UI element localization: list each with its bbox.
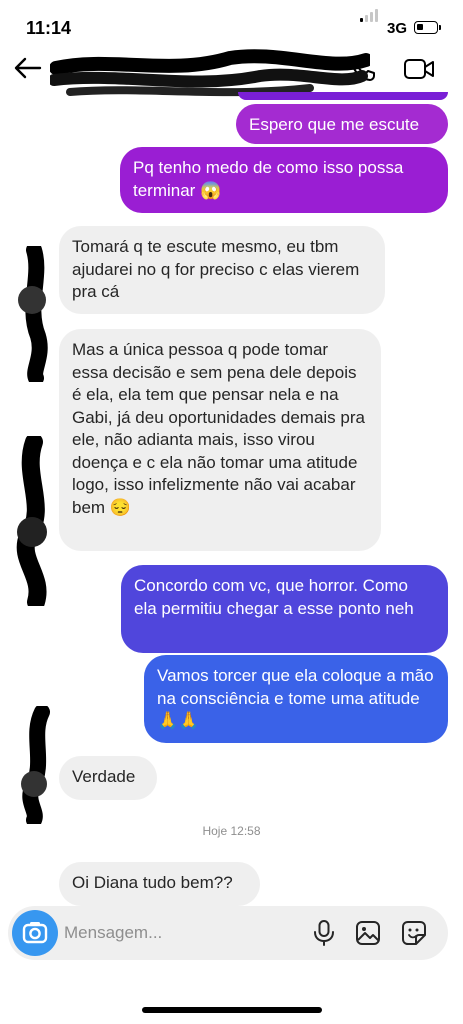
message-text: Tomará q te escute mesmo, eu tbm ajudare… xyxy=(72,237,360,301)
status-bar: 11:14 3G xyxy=(0,0,463,50)
redacted-avatar xyxy=(21,706,50,824)
arrow-left-icon[interactable] xyxy=(10,50,46,86)
camera-button[interactable] xyxy=(12,910,58,956)
message-text: Espero que me escute xyxy=(249,115,420,134)
message-outgoing[interactable]: Pq tenho medo de como isso possa termina… xyxy=(120,147,448,213)
message-text: Vamos torcer que ela coloque a mão na co… xyxy=(157,666,434,730)
previous-message-edge xyxy=(238,92,448,100)
message-outgoing[interactable]: Concordo com vc, que horror. Como ela pe… xyxy=(121,565,448,653)
message-incoming[interactable]: Mas a única pessoa q pode tomar essa dec… xyxy=(59,329,381,551)
message-incoming[interactable]: Verdade xyxy=(59,756,157,800)
message-composer: Mensagem... xyxy=(8,906,448,960)
message-incoming[interactable]: Tomará q te escute mesmo, eu tbm ajudare… xyxy=(59,226,385,314)
redacted-avatar xyxy=(16,436,47,606)
sticker-icon[interactable] xyxy=(400,919,428,947)
image-icon[interactable] xyxy=(354,919,382,947)
message-input[interactable]: Mensagem... xyxy=(64,923,162,943)
message-outgoing[interactable]: Vamos torcer que ela coloque a mão na co… xyxy=(144,655,448,743)
battery-icon xyxy=(414,21,441,34)
message-text: Pq tenho medo de como isso possa termina… xyxy=(133,158,404,200)
video-camera-icon[interactable] xyxy=(402,54,436,84)
redacted-avatar xyxy=(18,246,48,382)
message-outgoing[interactable]: Espero que me escute xyxy=(236,104,448,144)
camera-icon xyxy=(22,922,48,944)
microphone-icon[interactable] xyxy=(310,919,338,947)
home-indicator xyxy=(142,1007,322,1013)
message-text: Verdade xyxy=(72,767,136,786)
message-timestamp: Hoje 12:58 xyxy=(202,824,261,838)
message-text: Mas a única pessoa q pode tomar essa dec… xyxy=(72,340,365,517)
status-time: 11:14 xyxy=(26,18,72,38)
message-text: Oi Diana tudo bem?? xyxy=(72,873,233,892)
message-text: Concordo com vc, que horror. Como ela pe… xyxy=(134,576,414,618)
message-incoming[interactable]: Oi Diana tudo bem?? xyxy=(59,862,260,906)
network-type: 3G xyxy=(387,20,408,37)
